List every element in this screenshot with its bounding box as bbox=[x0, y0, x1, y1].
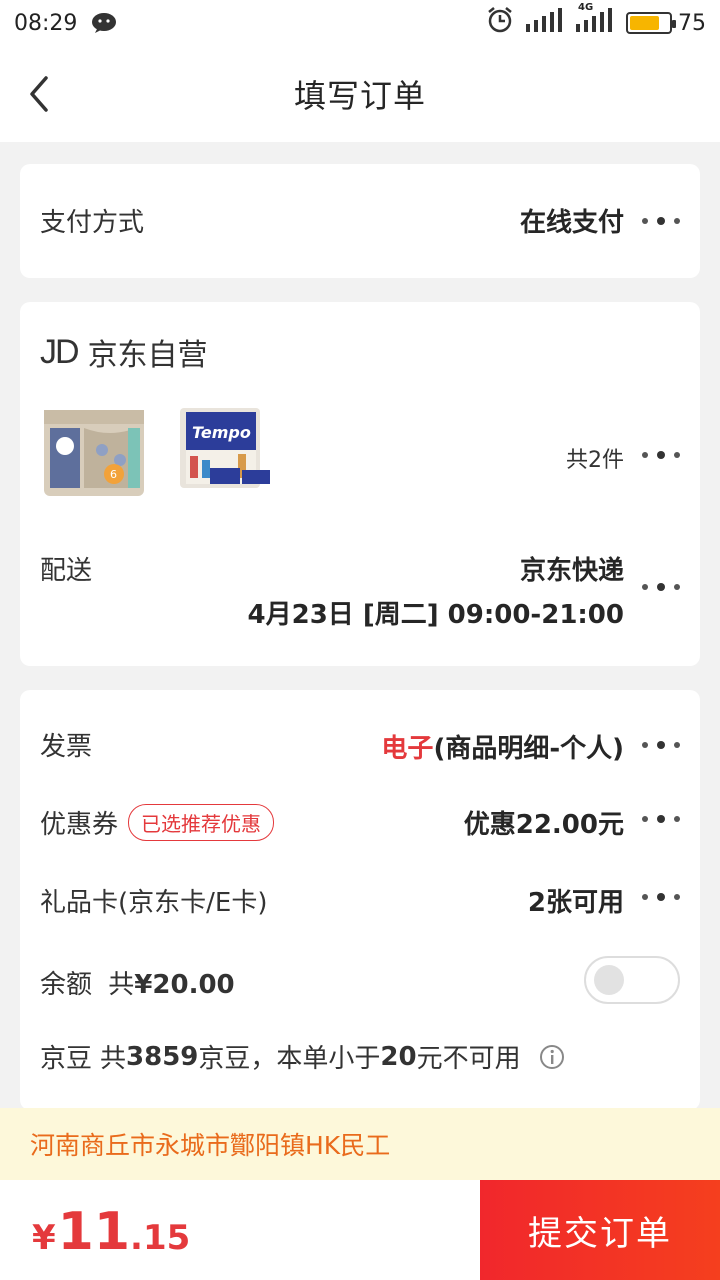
wechat-icon bbox=[91, 12, 119, 34]
bottom-bar: ¥ 11 .15 提交订单 bbox=[0, 1180, 720, 1280]
shop-header: JD 京东自营 bbox=[40, 330, 208, 374]
network-type: 4G bbox=[578, 2, 594, 13]
battery-icon bbox=[626, 12, 676, 34]
jd-logo: JD bbox=[40, 332, 80, 371]
payment-label: 支付方式 bbox=[40, 208, 145, 238]
balance-amount: ¥20.00 bbox=[134, 970, 235, 1000]
options-card: 发票 电子(商品明细-个人) 优惠券 已选推荐优惠 优惠22.00元 礼品卡(京… bbox=[20, 690, 700, 1110]
product-image-tempo[interactable]: Tempo bbox=[170, 398, 280, 508]
gift-card-label: 礼品卡(京东卡/E卡) bbox=[40, 888, 268, 918]
nav-bar: 填写订单 bbox=[0, 46, 720, 142]
delivery-time: 4月23日 [周二] 09:00-21:00 bbox=[247, 600, 624, 630]
more-icon[interactable] bbox=[642, 740, 680, 750]
coupon-label: 优惠券 已选推荐优惠 bbox=[40, 804, 275, 841]
jingdou-prefix: 共 bbox=[100, 1044, 127, 1074]
coupon-value[interactable]: 优惠22.00元 bbox=[464, 804, 624, 841]
more-icon[interactable] bbox=[642, 892, 680, 902]
product-badge: 6 bbox=[110, 468, 117, 481]
balance-label-text: 余额 bbox=[40, 970, 93, 1000]
invoice-label: 发票 bbox=[40, 732, 93, 762]
balance-prefix: 共 bbox=[108, 970, 135, 1000]
delivery-label: 配送 bbox=[40, 556, 93, 586]
item-count: 共2件 bbox=[566, 448, 624, 473]
address-bar[interactable]: 河南商丘市永城市酇阳镇HK民工 bbox=[0, 1108, 720, 1180]
more-icon[interactable] bbox=[642, 450, 680, 460]
shop-card: JD 京东自营 6 Tempo 共2件 配送 京东快递 4月23日 [周二] 0… bbox=[20, 302, 700, 666]
jingdou-count: 3859 bbox=[126, 1041, 199, 1072]
status-bar: 08:29 4G 75 bbox=[0, 0, 720, 46]
balance-label: 余额 共¥20.00 bbox=[40, 964, 235, 1001]
alarm-icon bbox=[486, 6, 514, 40]
price-symbol: ¥ bbox=[32, 1218, 56, 1258]
submit-order-button[interactable]: 提交订单 bbox=[480, 1180, 720, 1280]
coupon-label-text: 优惠券 bbox=[40, 810, 119, 840]
balance-toggle[interactable] bbox=[584, 956, 680, 1004]
jingdou-suffix: 京豆，本单小于 bbox=[198, 1044, 381, 1074]
payment-card[interactable]: 支付方式 在线支付 bbox=[20, 164, 700, 278]
invoice-type: 电子 bbox=[381, 734, 434, 764]
more-icon[interactable] bbox=[642, 582, 680, 592]
jingdou-label: 京豆 共 3859 京豆，本单小于 20 元不可用 bbox=[40, 1038, 565, 1075]
jingdou-tail: 元不可用 bbox=[416, 1044, 521, 1074]
back-arrow-icon[interactable] bbox=[24, 72, 64, 116]
signal-4g-icon: 4G bbox=[576, 2, 614, 38]
signal-icon bbox=[526, 8, 564, 38]
toggle-knob bbox=[594, 965, 624, 995]
product-brand: Tempo bbox=[192, 423, 251, 442]
more-icon[interactable] bbox=[642, 814, 680, 824]
invoice-detail: (商品明细-个人) bbox=[433, 734, 624, 764]
coupon-tag: 已选推荐优惠 bbox=[128, 804, 275, 841]
address-text: 河南商丘市永城市酇阳镇HK民工 bbox=[30, 1131, 391, 1160]
gift-card-value[interactable]: 2张可用 bbox=[528, 882, 624, 919]
info-icon[interactable] bbox=[539, 1044, 565, 1070]
price-integer: 11 bbox=[57, 1202, 131, 1262]
shop-name: 京东自营 bbox=[87, 338, 208, 373]
jingdou-label-text: 京豆 bbox=[40, 1044, 93, 1074]
total-price: ¥ 11 .15 bbox=[32, 1202, 190, 1262]
more-icon[interactable] bbox=[642, 216, 680, 226]
jingdou-limit: 20 bbox=[380, 1041, 417, 1072]
product-image-vinda[interactable]: 6 bbox=[40, 398, 150, 508]
battery-indicator: 75 bbox=[626, 11, 706, 36]
payment-value: 在线支付 bbox=[519, 208, 624, 238]
battery-level: 75 bbox=[678, 10, 706, 36]
status-time: 08:29 bbox=[14, 10, 78, 36]
price-decimal: .15 bbox=[130, 1218, 191, 1258]
delivery-method: 京东快递 bbox=[519, 556, 624, 586]
page-title: 填写订单 bbox=[293, 77, 426, 115]
invoice-value[interactable]: 电子(商品明细-个人) bbox=[381, 728, 624, 765]
